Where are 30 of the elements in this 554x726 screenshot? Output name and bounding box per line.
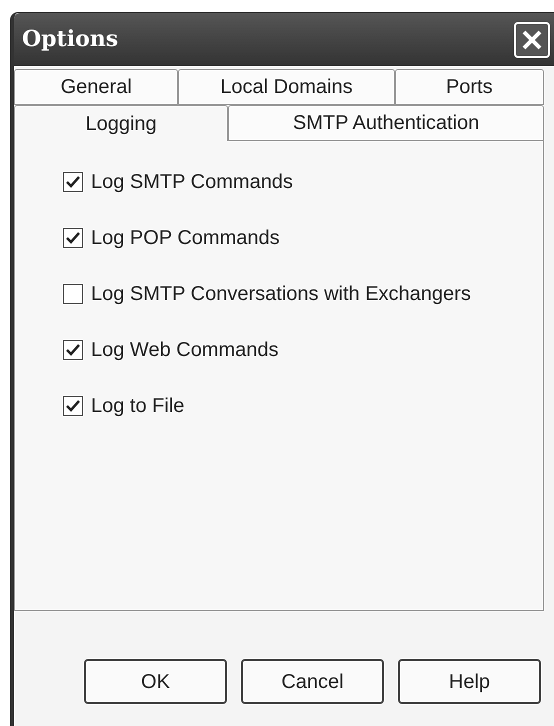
tab[interactable]: Ports: [394, 69, 544, 105]
cancel-button[interactable]: Cancel: [241, 659, 384, 704]
checkmark-icon: [66, 176, 80, 188]
tab[interactable]: Local Domains: [178, 69, 395, 105]
checkbox[interactable]: [63, 228, 83, 248]
checkbox[interactable]: [63, 396, 83, 416]
help-button[interactable]: Help: [398, 659, 541, 704]
checkbox[interactable]: [63, 340, 83, 360]
checkbox[interactable]: [63, 172, 83, 192]
checkbox[interactable]: [63, 284, 83, 304]
close-icon: [521, 28, 543, 50]
option-label: Log Web Commands: [91, 338, 278, 363]
option-label: Log SMTP Commands: [91, 170, 293, 195]
tab[interactable]: General: [14, 69, 178, 105]
option-label: Log SMTP Conversations with Exchangers: [91, 282, 471, 307]
window-title: Options: [22, 25, 118, 54]
checkbox-option[interactable]: Log Web Commands: [63, 337, 543, 363]
checkmark-icon: [66, 400, 80, 412]
ok-button[interactable]: OK: [84, 659, 227, 704]
tab[interactable]: SMTP Authentication: [228, 105, 544, 141]
checkmark-icon: [66, 232, 80, 244]
tab[interactable]: Logging: [14, 105, 228, 141]
checkbox-option[interactable]: Log POP Commands: [63, 225, 543, 251]
checkmark-icon: [66, 344, 80, 356]
checkbox-option[interactable]: Log to File: [63, 393, 543, 419]
checkbox-option[interactable]: Log SMTP Conversations with Exchangers: [63, 281, 543, 307]
close-button[interactable]: [514, 22, 550, 58]
option-label: Log to File: [91, 394, 184, 419]
checkbox-option[interactable]: Log SMTP Commands: [63, 169, 543, 195]
option-label: Log POP Commands: [91, 226, 280, 251]
